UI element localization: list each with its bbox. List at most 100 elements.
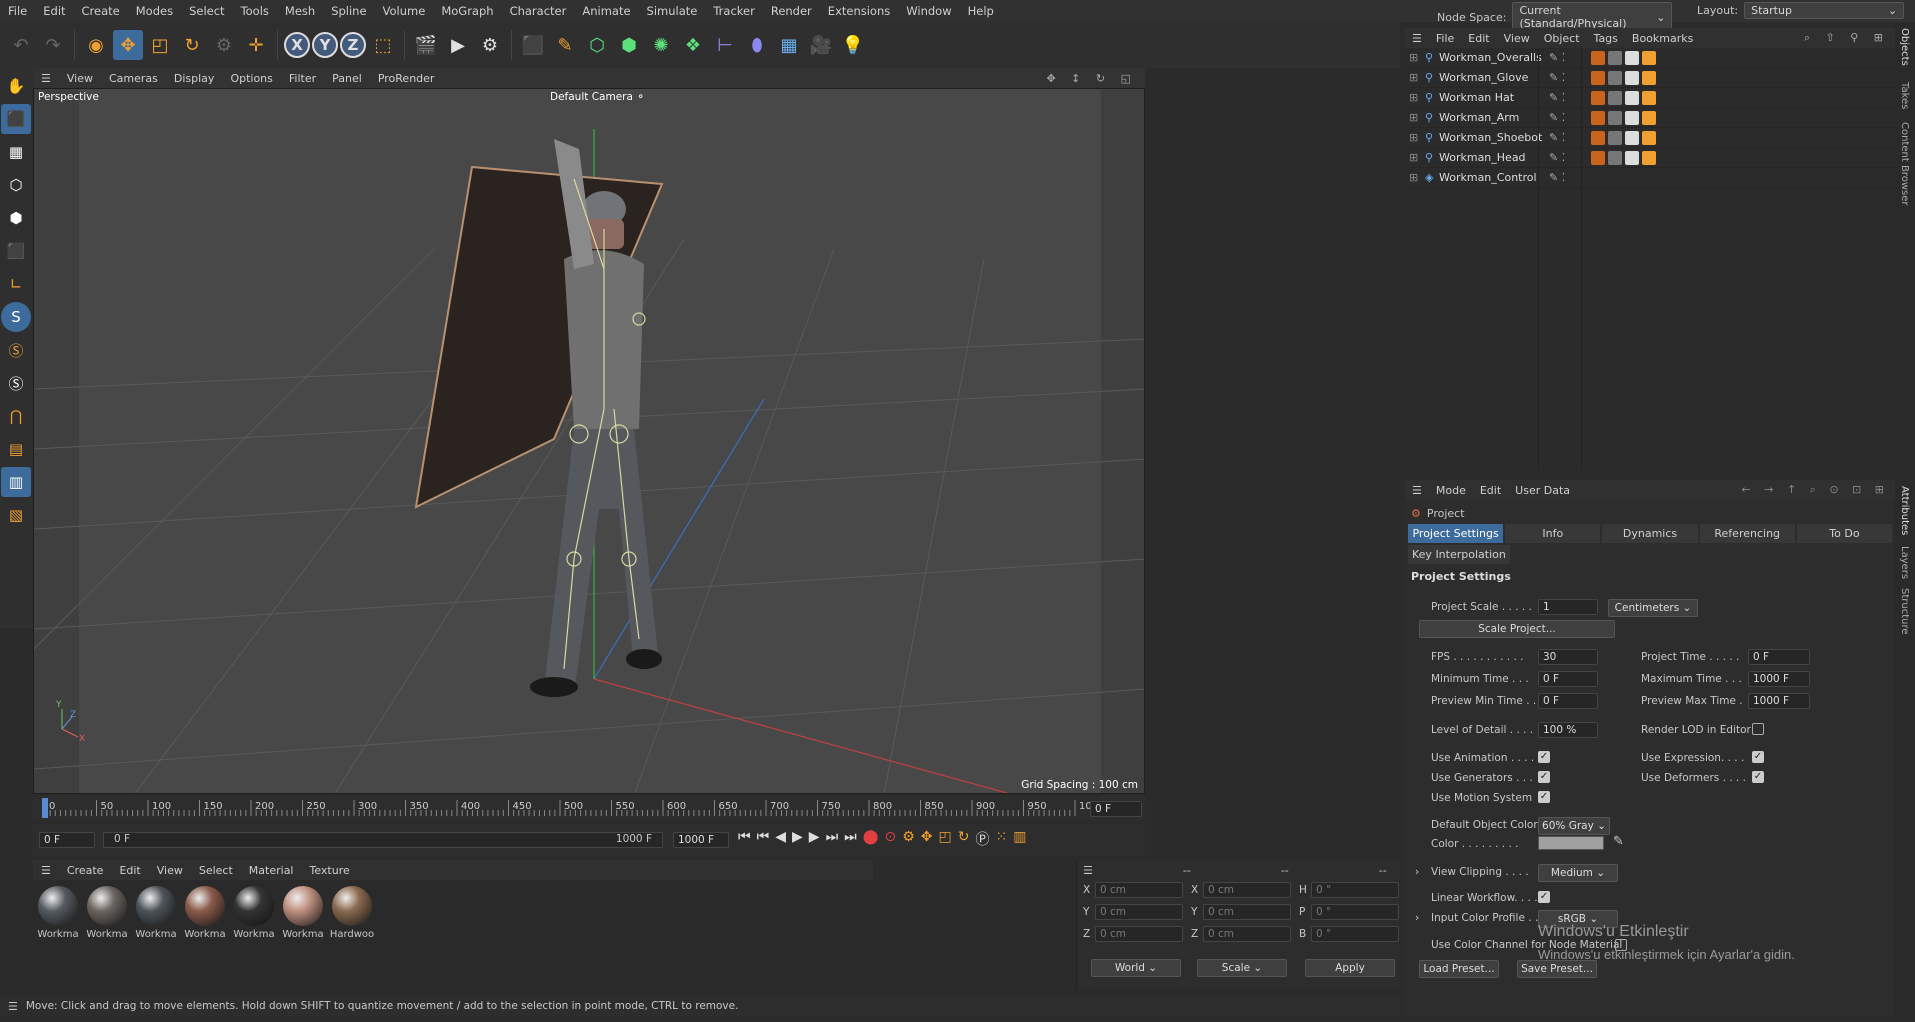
menu-mograph[interactable]: MoGraph: [433, 4, 501, 18]
menu-extensions[interactable]: Extensions: [820, 4, 898, 18]
min-time-field[interactable]: 0 F: [1538, 671, 1598, 687]
object-menu-file[interactable]: File: [1429, 32, 1461, 45]
texture-mode-icon[interactable]: ▦: [1, 137, 31, 167]
viewport-menu-view[interactable]: View: [59, 72, 101, 85]
start-frame-field[interactable]: 0 F: [39, 832, 95, 848]
z-axis-lock-icon[interactable]: Z: [340, 32, 366, 58]
menu-modes[interactable]: Modes: [128, 4, 181, 18]
snap-s2-icon[interactable]: Ⓢ: [1, 335, 31, 365]
key-move-icon[interactable]: ✥: [921, 829, 933, 849]
use-expression-checkbox[interactable]: ✓: [1752, 751, 1764, 763]
expand-icon[interactable]: ⊞: [1409, 111, 1421, 124]
render-settings-icon[interactable]: ⚙: [475, 30, 505, 60]
material-menu-texture[interactable]: Texture: [301, 864, 357, 877]
snap-s3-icon[interactable]: Ⓢ: [1, 368, 31, 398]
tags-icons[interactable]: [1591, 130, 1656, 145]
visibility-toggle-icon[interactable]: ✎ ⁚: [1549, 91, 1589, 104]
scale-tool-icon[interactable]: ◰: [145, 30, 175, 60]
next-frame-icon[interactable]: ▶: [809, 829, 820, 849]
y-axis-lock-icon[interactable]: Y: [312, 32, 338, 58]
scale-project-button[interactable]: Scale Project...: [1419, 620, 1615, 638]
tab-key-interpolation[interactable]: Key Interpolation: [1408, 545, 1510, 564]
object-row[interactable]: ⊞ ⚲ Workman_Overalls ✎ ⁚: [1405, 48, 1895, 68]
ik-tag-icon[interactable]: [1591, 110, 1605, 125]
cube-icon[interactable]: ⬛: [518, 30, 548, 60]
redo-icon[interactable]: ↷: [38, 30, 68, 60]
render-region-icon[interactable]: 🎬: [411, 30, 441, 60]
previous-frame-icon[interactable]: ◀: [775, 829, 786, 849]
tab-content-browser[interactable]: Content Browser: [1899, 122, 1910, 205]
material-menu-material[interactable]: Material: [241, 864, 302, 877]
tags-icons[interactable]: [1591, 90, 1656, 105]
chevron-right-icon[interactable]: ›: [1415, 912, 1419, 924]
tab-objects[interactable]: Objects: [1899, 28, 1910, 66]
tab-project-settings[interactable]: Project Settings: [1408, 524, 1504, 543]
lod-field[interactable]: 100 %: [1538, 722, 1598, 738]
tab-to-do[interactable]: To Do: [1796, 524, 1893, 543]
hamburger-icon[interactable]: ☰: [1083, 864, 1093, 877]
texture-tag-icon[interactable]: [1625, 90, 1639, 105]
expand-icon[interactable]: ⊞: [1409, 91, 1421, 104]
hamburger-icon[interactable]: ☰: [1405, 484, 1429, 497]
object-menu-object[interactable]: Object: [1537, 32, 1587, 45]
coordinate-system-icon[interactable]: ✛: [241, 30, 271, 60]
polygons-mode-icon[interactable]: ⬛: [1, 236, 31, 266]
material-menu-create[interactable]: Create: [59, 864, 112, 877]
light-icon[interactable]: 💡: [838, 30, 868, 60]
attr-menu-mode[interactable]: Mode: [1429, 484, 1473, 497]
coord-value-field[interactable]: 0 °: [1311, 882, 1399, 898]
expand-icon[interactable]: ⊞: [1409, 131, 1421, 144]
menu-window[interactable]: Window: [898, 4, 959, 18]
current-frame-field[interactable]: 0 F: [1090, 801, 1142, 817]
color-swatch[interactable]: [1538, 836, 1604, 850]
render-lod-checkbox[interactable]: [1752, 723, 1764, 735]
apply-button[interactable]: Apply: [1305, 959, 1395, 977]
camera-name[interactable]: Default Camera ⚬: [550, 91, 645, 103]
material-item[interactable]: Workma: [231, 886, 277, 940]
symmetry-icon[interactable]: ⊢: [710, 30, 740, 60]
hamburger-icon[interactable]: ☰: [33, 72, 59, 85]
key-scale-icon[interactable]: ◰: [938, 829, 951, 849]
coord-value-field[interactable]: 0 cm: [1095, 882, 1183, 898]
select-tool-icon[interactable]: ◉: [81, 30, 111, 60]
object-row[interactable]: ⊞ ⚲ Workman_Shoebot ✎ ⁚: [1405, 128, 1895, 148]
material-tag-icon[interactable]: [1608, 110, 1622, 125]
use-generators-checkbox[interactable]: ✓: [1538, 771, 1550, 783]
use-deformers-checkbox[interactable]: ✓: [1752, 771, 1764, 783]
menu-help[interactable]: Help: [960, 4, 1002, 18]
timeline-window-icon[interactable]: ▥: [1013, 829, 1026, 849]
next-key-icon[interactable]: ⏭: [826, 829, 839, 849]
eyedropper-icon[interactable]: ✎: [1613, 834, 1624, 849]
rotate-tool-icon[interactable]: ↻: [177, 30, 207, 60]
material-menu-view[interactable]: View: [149, 864, 191, 877]
chevron-right-icon[interactable]: ›: [1415, 866, 1419, 878]
menu-file[interactable]: File: [0, 4, 35, 18]
attr-menu-user-data[interactable]: User Data: [1508, 484, 1577, 497]
make-editable-icon[interactable]: ✋: [1, 71, 31, 101]
visibility-toggle-icon[interactable]: ✎ ⁚: [1549, 51, 1589, 64]
ik-tag-icon[interactable]: [1591, 130, 1605, 145]
coord-value-field[interactable]: 0 °: [1311, 904, 1399, 920]
object-menu-edit[interactable]: Edit: [1461, 32, 1496, 45]
save-preset-button[interactable]: Save Preset...: [1517, 960, 1597, 978]
attr-menu-edit[interactable]: Edit: [1473, 484, 1508, 497]
tags-icons[interactable]: [1591, 150, 1656, 165]
object-menu-bookmarks[interactable]: Bookmarks: [1625, 32, 1700, 45]
joint-tag-icon[interactable]: [1642, 50, 1656, 65]
material-item[interactable]: Hardwoo: [329, 886, 375, 940]
menu-volume[interactable]: Volume: [375, 4, 434, 18]
object-row[interactable]: ⊞ ⚲ Workman Hat ✎ ⁚: [1405, 88, 1895, 108]
layout-dropdown[interactable]: Startup ⌄: [1744, 2, 1905, 19]
cloner-icon[interactable]: ✺: [646, 30, 676, 60]
visibility-toggle-icon[interactable]: ✎ ⁚: [1549, 131, 1589, 144]
ik-tag-icon[interactable]: [1591, 150, 1605, 165]
expand-icon[interactable]: ⊞: [1409, 151, 1421, 164]
joint-tag-icon[interactable]: [1642, 90, 1656, 105]
linear-workflow-checkbox[interactable]: ✓: [1538, 891, 1550, 903]
material-menu-edit[interactable]: Edit: [111, 864, 148, 877]
move-tool-icon[interactable]: ✥: [113, 30, 143, 60]
key-rotate-icon[interactable]: ↻: [958, 829, 970, 849]
menu-character[interactable]: Character: [502, 4, 575, 18]
material-tag-icon[interactable]: [1608, 150, 1622, 165]
material-tag-icon[interactable]: [1608, 90, 1622, 105]
